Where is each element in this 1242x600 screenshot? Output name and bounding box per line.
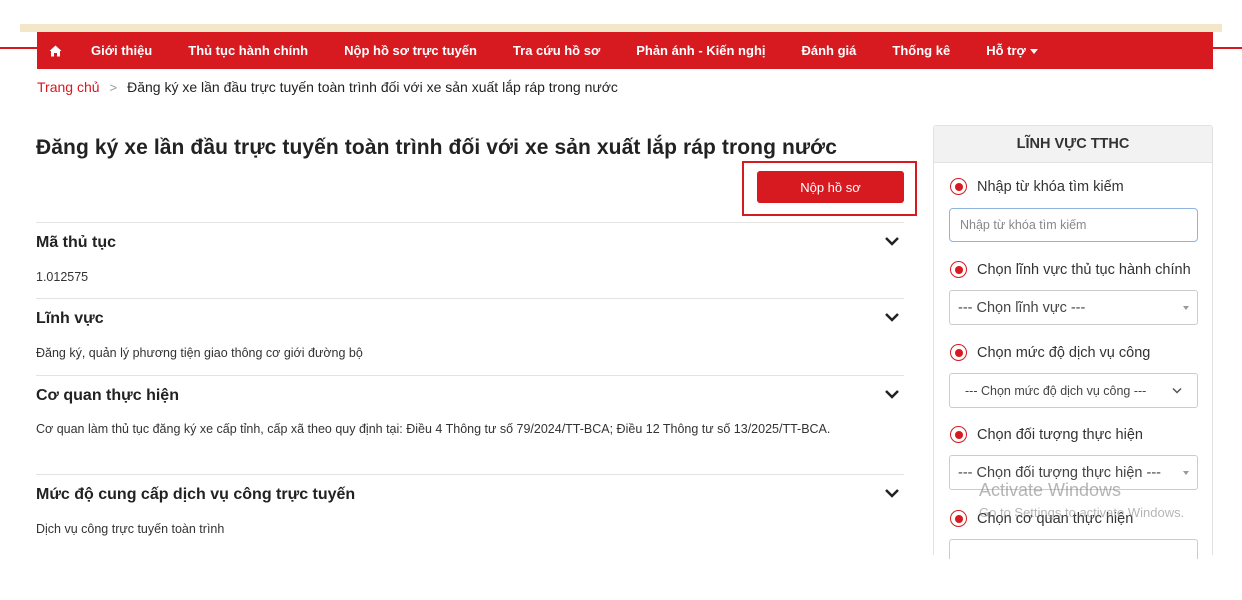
chevron-down-icon[interactable] [884, 235, 900, 247]
breadcrumb-home-link[interactable]: Trang chủ [37, 79, 100, 95]
section-muc-do-dich-vu: Mức độ cung cấp dịch vụ công trực tuyến … [36, 474, 904, 554]
header-edge-line [1212, 47, 1242, 49]
radio-button[interactable] [950, 510, 967, 527]
breadcrumb-current: Đăng ký xe lần đầu trực tuyến toàn trình… [127, 79, 618, 95]
target-filter-option[interactable]: Chọn đối tượng thực hiện [950, 426, 1143, 443]
home-icon [49, 45, 61, 56]
section-co-quan-thuc-hien: Cơ quan thực hiện Cơ quan làm thủ tục đă… [36, 375, 904, 474]
keyword-search-input[interactable]: Nhập từ khóa tìm kiếm [949, 208, 1198, 242]
nav-item-thu-tuc-hanh-chinh[interactable]: Thủ tục hành chính [170, 32, 326, 69]
header-banner-strip [20, 24, 1222, 32]
level-select[interactable]: --- Chọn mức độ dịch vụ công --- [949, 373, 1198, 408]
section-value: 1.012575 [36, 270, 89, 284]
nav-item-nop-ho-so[interactable]: Nộp hồ sơ trực tuyến [326, 32, 495, 69]
field-select[interactable]: --- Chọn lĩnh vực --- [949, 290, 1198, 325]
chevron-down-icon[interactable] [884, 388, 900, 400]
caret-down-icon [1029, 49, 1038, 55]
chevron-down-icon[interactable] [884, 311, 900, 323]
nav-item-phan-anh-kien-nghi[interactable]: Phản ánh - Kiến nghị [618, 32, 783, 69]
windows-activation-watermark: Activate Windows [979, 480, 1122, 500]
sidebar-header: LĨNH VỰC TTHC [934, 126, 1212, 163]
field-filter-option[interactable]: Chọn lĩnh vực thủ tục hành chính [950, 261, 1191, 278]
chevron-down-icon[interactable] [884, 487, 900, 499]
nav-home-button[interactable] [37, 32, 73, 69]
section-linh-vuc: Lĩnh vực Đăng ký, quản lý phương tiện gi… [36, 298, 904, 375]
agency-select[interactable] [949, 539, 1198, 559]
section-value: Dịch vụ công trực tuyến toàn trình [36, 522, 225, 536]
windows-activation-subtitle: Go to Settings to activate Windows. [979, 505, 1185, 520]
radio-button[interactable] [950, 344, 967, 361]
nav-item-gioi-thieu[interactable]: Giới thiệu [73, 32, 170, 69]
section-title: Cơ quan thực hiện [36, 387, 179, 404]
caret-down-icon [1183, 470, 1189, 475]
chevron-down-icon [1172, 387, 1182, 394]
nav-item-ho-tro[interactable]: Hỗ trợ [968, 32, 1056, 69]
submit-application-button[interactable]: Nộp hồ sơ [757, 171, 904, 203]
main-navbar: Giới thiệu Thủ tục hành chính Nộp hồ sơ … [37, 32, 1213, 69]
nav-item-tra-cuu-ho-so[interactable]: Tra cứu hồ sơ [495, 32, 618, 69]
keyword-search-placeholder: Nhập từ khóa tìm kiếm [960, 218, 1087, 232]
caret-down-icon [1183, 305, 1189, 310]
section-title: Lĩnh vực [36, 310, 104, 327]
level-filter-option[interactable]: Chọn mức độ dịch vụ công [950, 344, 1150, 361]
target-filter-label: Chọn đối tượng thực hiện [977, 426, 1143, 443]
level-filter-label: Chọn mức độ dịch vụ công [977, 344, 1151, 361]
nav-item-ho-tro-label: Hỗ trợ [986, 43, 1026, 58]
section-value: Đăng ký, quản lý phương tiện giao thông … [36, 346, 363, 360]
keyword-filter-label: Nhập từ khóa tìm kiếm [977, 178, 1124, 195]
radio-button[interactable] [950, 426, 967, 443]
section-value: Cơ quan làm thủ tục đăng ký xe cấp tỉnh,… [36, 422, 831, 436]
nav-item-thong-ke[interactable]: Thống kê [874, 32, 968, 69]
nav-item-danh-gia[interactable]: Đánh giá [784, 32, 875, 69]
header-edge-line [0, 47, 38, 49]
section-title: Mức độ cung cấp dịch vụ công trực tuyến [36, 486, 356, 503]
section-ma-thu-tuc: Mã thủ tục 1.012575 [36, 222, 904, 298]
field-filter-label: Chọn lĩnh vực thủ tục hành chính [977, 261, 1191, 278]
level-select-value: --- Chọn mức độ dịch vụ công --- [965, 383, 1147, 398]
page-title: Đăng ký xe lần đầu trực tuyến toàn trình… [36, 136, 837, 159]
breadcrumb-separator: > [109, 79, 118, 95]
keyword-filter-option[interactable]: Nhập từ khóa tìm kiếm [950, 178, 1124, 195]
target-select-value: --- Chọn đối tượng thực hiện --- [958, 464, 1161, 481]
radio-button[interactable] [950, 178, 967, 195]
breadcrumb: Trang chủ > Đăng ký xe lần đầu trực tuyế… [37, 79, 618, 95]
radio-button[interactable] [950, 261, 967, 278]
field-select-value: --- Chọn lĩnh vực --- [958, 299, 1086, 316]
section-title: Mã thủ tục [36, 234, 116, 251]
